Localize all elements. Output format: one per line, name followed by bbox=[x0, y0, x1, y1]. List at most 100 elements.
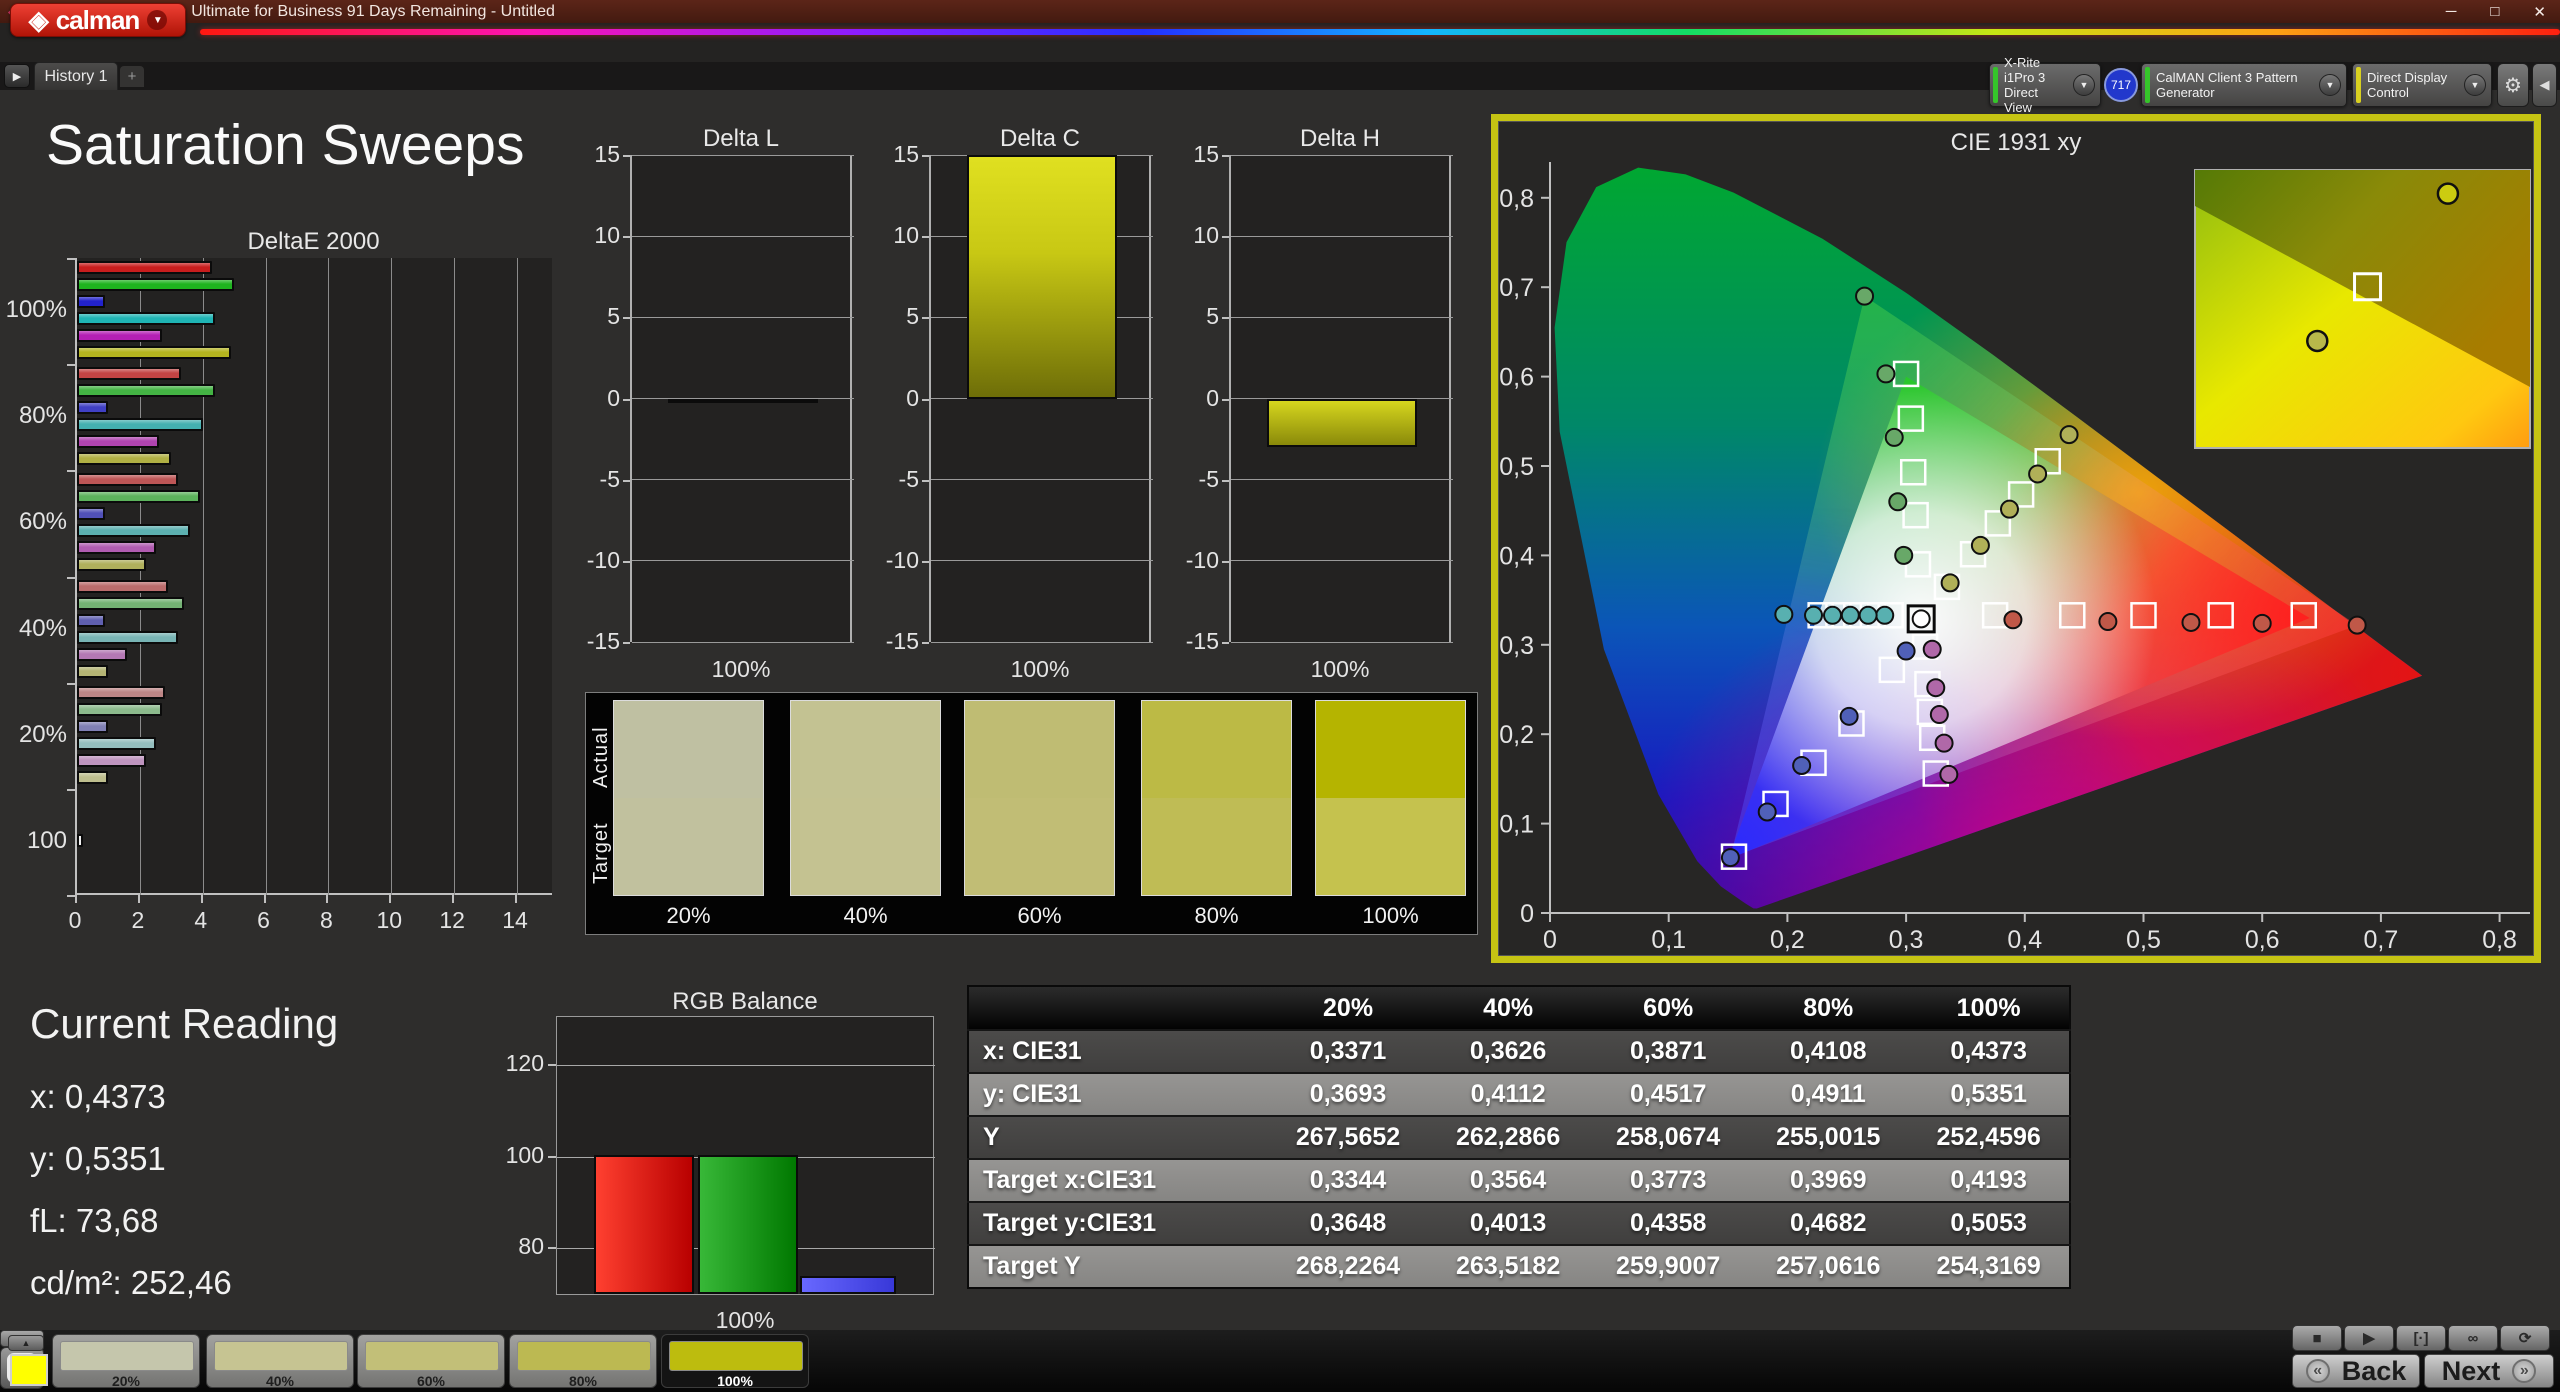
next-button[interactable]: Next » bbox=[2424, 1354, 2554, 1388]
table-cell: 0,4517 bbox=[1588, 1073, 1748, 1116]
stop-icon[interactable]: ■ bbox=[2292, 1325, 2342, 1351]
table-cell: 254,3169 bbox=[1908, 1245, 2070, 1288]
rgb-y-tick bbox=[548, 1156, 556, 1158]
svg-text:0,4: 0,4 bbox=[1499, 542, 1534, 570]
calman-menu-button[interactable]: ◈calman ▼ bbox=[10, 3, 186, 37]
swatch-label: 80% bbox=[1141, 903, 1292, 929]
pattern-swatch-color bbox=[214, 1341, 348, 1371]
maximize-button[interactable]: □ bbox=[2490, 3, 2499, 20]
delta-chart-title: Delta C bbox=[929, 125, 1151, 153]
swatch-target bbox=[965, 798, 1114, 895]
delta-y-tick-label: -10 bbox=[1167, 547, 1219, 574]
table-cell: 0,4013 bbox=[1428, 1202, 1588, 1245]
deltae-bar-40%-4 bbox=[77, 648, 127, 661]
pattern-bar-expand-button[interactable]: ▲ bbox=[8, 1335, 44, 1351]
delta-gridline bbox=[632, 560, 854, 561]
deltae-bar-60%-3 bbox=[77, 524, 190, 537]
pattern-bar: ▲ 20%40%60%80%100% ▲ ■▶[·]∞⟳ « Back Next… bbox=[0, 1330, 2560, 1392]
cie-measured-red bbox=[2182, 614, 2199, 631]
cie-measured-red bbox=[2004, 611, 2021, 628]
delta-gridline bbox=[931, 642, 1153, 643]
cie-measured-cyan bbox=[1824, 607, 1841, 624]
deltae-bar-60%-2 bbox=[77, 507, 105, 520]
delta-y-tick bbox=[922, 155, 929, 157]
cie-measured-cyan bbox=[1876, 607, 1893, 624]
pattern-swatch-80%[interactable]: 80% bbox=[509, 1334, 657, 1388]
tab-history-1[interactable]: History 1 bbox=[34, 62, 118, 90]
table-cell: 0,3344 bbox=[1268, 1159, 1428, 1202]
cie-measured-cyan bbox=[1860, 607, 1877, 624]
deltae-gridline bbox=[328, 258, 329, 895]
current-reading-title: Current Reading bbox=[30, 1000, 338, 1048]
delta-gridline bbox=[1231, 317, 1453, 318]
table-cell: 0,4193 bbox=[1908, 1159, 2070, 1202]
delta-y-tick-label: -10 bbox=[568, 547, 620, 574]
delta-x-label: 100% bbox=[1229, 656, 1451, 683]
loop-infinite-icon[interactable]: ∞ bbox=[2448, 1325, 2498, 1351]
svg-text:0,2: 0,2 bbox=[1770, 926, 1805, 954]
delta-y-tick-label: 0 bbox=[867, 385, 919, 412]
cie-measured-green bbox=[1877, 365, 1894, 382]
meter-count-badge[interactable]: 717 bbox=[2104, 68, 2138, 102]
cie-1931-diagram: 000,10,10,20,20,30,30,40,40,50,50,60,60,… bbox=[1550, 162, 2530, 913]
actual-target-swatch-panel: ActualTarget20%40%60%80%100% bbox=[585, 692, 1478, 935]
display-control-dropdown[interactable]: Direct Display Control ▼ bbox=[2352, 63, 2492, 107]
cie-measured-blue bbox=[1898, 643, 1915, 660]
play-icon[interactable]: ▶ bbox=[2344, 1325, 2394, 1351]
delta-gridline bbox=[632, 236, 854, 237]
add-tab-button[interactable]: + bbox=[120, 66, 144, 87]
delta-bar bbox=[668, 399, 818, 403]
swatch-80% bbox=[1141, 700, 1292, 896]
table-row-label: Target x:CIE31 bbox=[968, 1159, 1268, 1202]
pattern-swatch-40%[interactable]: 40% bbox=[206, 1334, 354, 1388]
table-row-label: y: CIE31 bbox=[968, 1073, 1268, 1116]
delta-y-tick bbox=[1222, 561, 1229, 563]
deltae-x-tick-label: 12 bbox=[422, 907, 482, 934]
cie-measured-green bbox=[1856, 288, 1873, 305]
pattern-swatch-100%[interactable]: 100% bbox=[661, 1334, 809, 1388]
pattern-swatch-60%[interactable]: 60% bbox=[357, 1334, 505, 1388]
deltae-bar-100%-5 bbox=[77, 346, 231, 359]
pattern-swatch-20%[interactable]: 20% bbox=[52, 1334, 200, 1388]
deltae-bar-40%-0 bbox=[77, 580, 168, 593]
deltae-x-tick-label: 6 bbox=[234, 907, 294, 934]
table-row-label: x: CIE31 bbox=[968, 1030, 1268, 1073]
delta-gridline bbox=[1231, 236, 1453, 237]
deltae-bar-60%-1 bbox=[77, 490, 200, 503]
deltae-bar-60%-0 bbox=[77, 473, 178, 486]
minimize-button[interactable]: ─ bbox=[2446, 3, 2457, 20]
deltae-y-tick bbox=[67, 470, 75, 472]
delta-y-tick bbox=[922, 480, 929, 482]
pattern-source-dropdown[interactable]: CalMAN Client 3 Pattern Generator ▼ bbox=[2141, 63, 2347, 107]
pattern-swatch-color bbox=[517, 1341, 651, 1371]
delta-y-tick bbox=[623, 399, 630, 401]
panel-expander-button[interactable]: ▶ bbox=[4, 64, 30, 88]
calman-logo-mark-icon: ◈ bbox=[29, 5, 48, 36]
close-button[interactable]: ✕ bbox=[2533, 3, 2546, 21]
table-cell: 0,3371 bbox=[1268, 1030, 1428, 1073]
pattern-swatch-color bbox=[669, 1341, 803, 1371]
cie-1931-panel[interactable]: CIE 1931 xy bbox=[1491, 114, 2541, 963]
delta-gridline bbox=[632, 479, 854, 480]
rgb-y-tick-label: 80 bbox=[496, 1233, 544, 1260]
refresh-icon[interactable]: ⟳ bbox=[2500, 1325, 2550, 1351]
gear-icon[interactable]: ⚙ bbox=[2497, 63, 2529, 107]
delta-y-tick-label: -10 bbox=[867, 547, 919, 574]
deltae-y-tick bbox=[67, 577, 75, 579]
deltae-bar-80%-0 bbox=[77, 367, 181, 380]
table-cell: 252,4596 bbox=[1908, 1116, 2070, 1159]
deltae-bar-80%-3 bbox=[77, 418, 203, 431]
meter-dropdown[interactable]: X-Rite i1Pro 3 Direct View ▼ bbox=[1989, 63, 2101, 107]
step-icon[interactable]: [·] bbox=[2396, 1325, 2446, 1351]
table-cell: 263,5182 bbox=[1428, 1245, 1588, 1288]
delta-chart-delta-c bbox=[929, 155, 1151, 642]
page-title: Saturation Sweeps bbox=[46, 112, 524, 178]
back-button[interactable]: « Back bbox=[2292, 1354, 2420, 1388]
deltae-bar-80%-2 bbox=[77, 401, 108, 414]
swatch-target bbox=[1142, 798, 1291, 895]
delta-y-tick bbox=[623, 155, 630, 157]
svg-text:0,1: 0,1 bbox=[1651, 926, 1686, 954]
svg-text:0,1: 0,1 bbox=[1499, 811, 1534, 839]
collapse-panel-icon[interactable]: ◀ bbox=[2532, 63, 2557, 107]
table-cell: 0,4373 bbox=[1908, 1030, 2070, 1073]
